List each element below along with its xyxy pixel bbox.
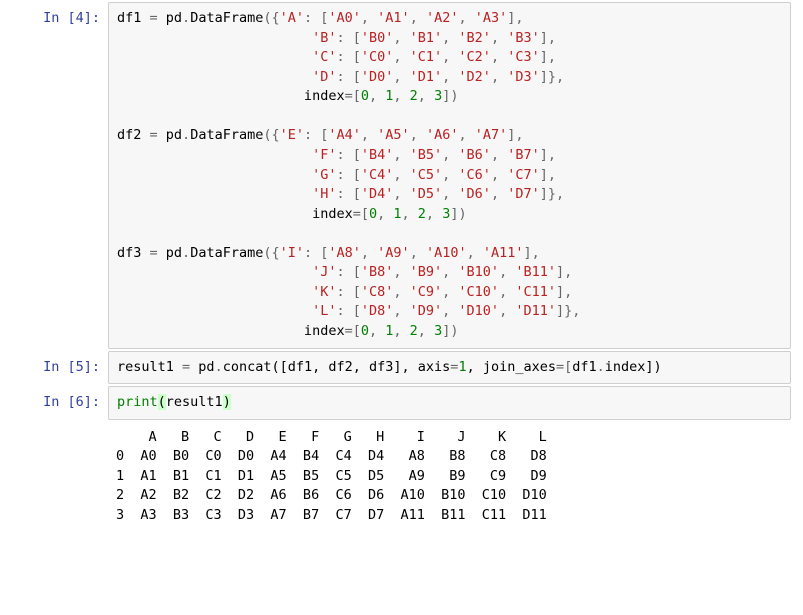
code-cell-6: In [6]: print(result1): [0, 386, 803, 420]
code-input-4[interactable]: df1 = pd.DataFrame({'A': ['A0', 'A1', 'A…: [108, 2, 791, 349]
stdout-output: A B C D E F G H I J K L 0 A0 B0 C0 D0 A4…: [108, 422, 791, 532]
prompt-in-6: In [6]:: [0, 386, 108, 420]
code-block: result1 = pd.concat([df1, df2, df3], axi…: [117, 358, 782, 378]
code-cell-4: In [4]: df1 = pd.DataFrame({'A': ['A0', …: [0, 2, 803, 349]
code-block: print(result1): [117, 393, 782, 413]
prompt-in-5: In [5]:: [0, 351, 108, 385]
output-cell-6: A B C D E F G H I J K L 0 A0 B0 C0 D0 A4…: [0, 422, 803, 532]
code-input-5[interactable]: result1 = pd.concat([df1, df2, df3], axi…: [108, 351, 791, 385]
code-cell-5: In [5]: result1 = pd.concat([df1, df2, d…: [0, 351, 803, 385]
prompt-out-empty: [0, 422, 108, 532]
code-block: df1 = pd.DataFrame({'A': ['A0', 'A1', 'A…: [117, 9, 782, 342]
prompt-in-4: In [4]:: [0, 2, 108, 349]
code-input-6[interactable]: print(result1): [108, 386, 791, 420]
